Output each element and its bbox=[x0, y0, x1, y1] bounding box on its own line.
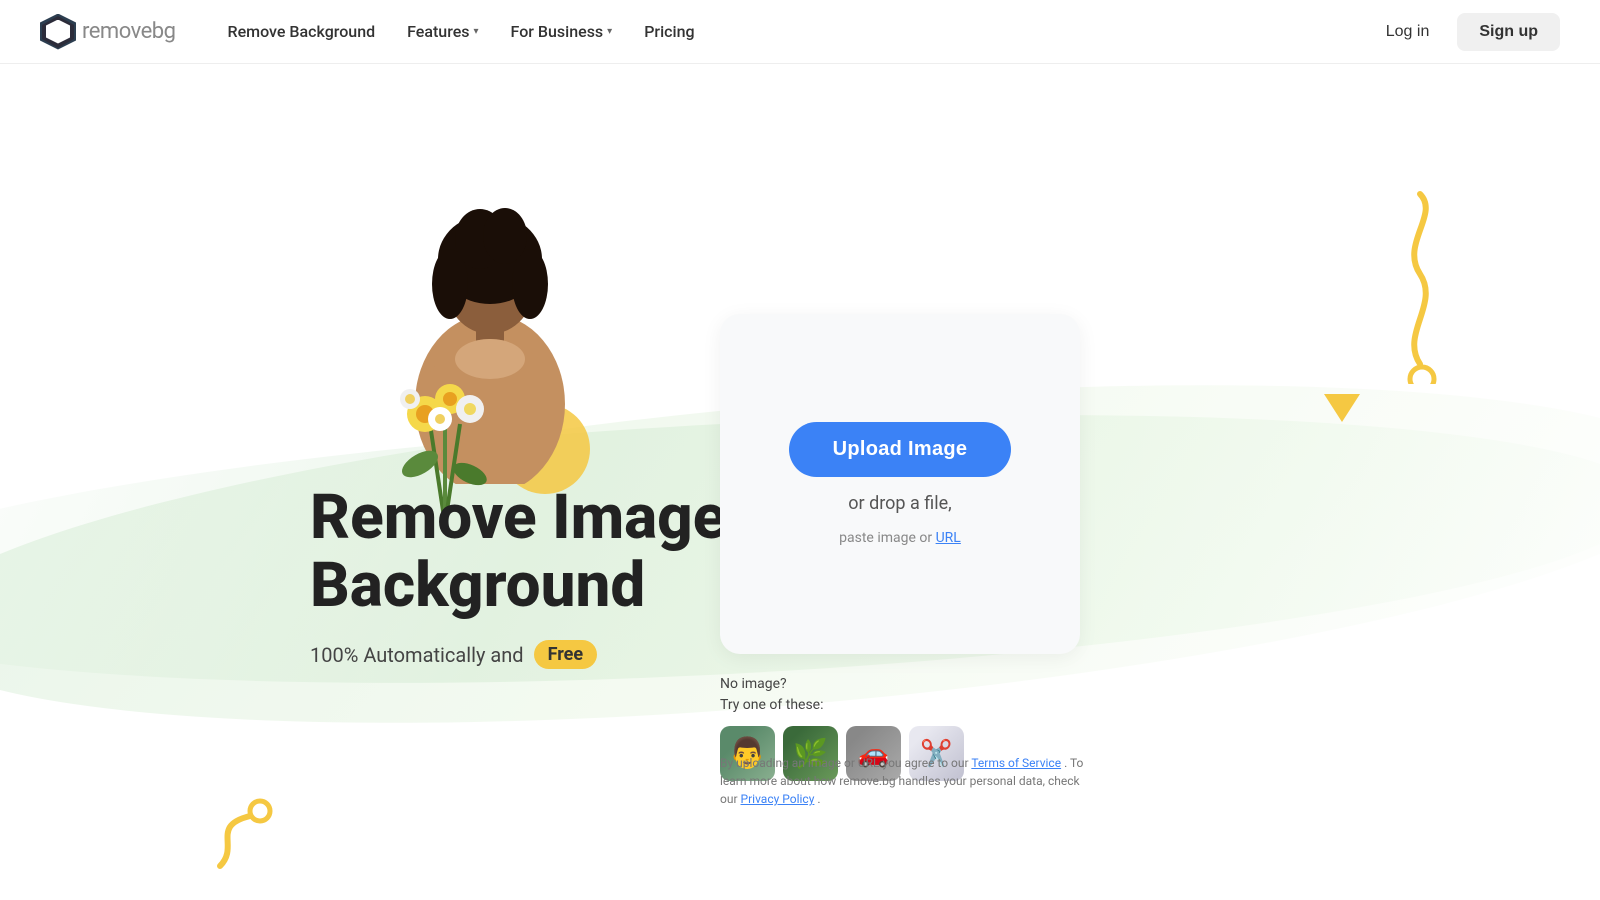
legal-text: By uploading an image or URL you agree t… bbox=[720, 754, 1100, 808]
nav-item-pricing[interactable]: Pricing bbox=[632, 14, 706, 49]
logo-icon bbox=[40, 14, 76, 50]
url-link[interactable]: URL bbox=[936, 530, 961, 546]
triangle-decoration bbox=[1324, 394, 1360, 422]
signup-button[interactable]: Sign up bbox=[1457, 13, 1560, 51]
free-badge: Free bbox=[534, 640, 598, 669]
paste-text: paste image or URL bbox=[839, 530, 961, 546]
logo[interactable]: removebg bbox=[40, 14, 176, 50]
hero-title: Remove Image Background bbox=[310, 484, 726, 620]
nav-item-for-business[interactable]: For Business ▾ bbox=[499, 14, 625, 49]
bottom-left-decoration bbox=[200, 796, 290, 880]
nav-item-features[interactable]: Features ▾ bbox=[395, 14, 490, 49]
top-right-decoration bbox=[1340, 184, 1460, 388]
nav-item-remove-background[interactable]: Remove Background bbox=[216, 14, 388, 49]
upload-image-button[interactable]: Upload Image bbox=[789, 422, 1012, 477]
navbar: removebg Remove Background Features ▾ Fo… bbox=[0, 0, 1600, 64]
hero-section: Remove Image Background 100% Automatical… bbox=[0, 64, 1600, 900]
privacy-policy-link[interactable]: Privacy Policy bbox=[741, 792, 815, 806]
for-business-dropdown-arrow: ▾ bbox=[607, 26, 612, 37]
nav-auth-buttons: Log in Sign up bbox=[1370, 13, 1560, 51]
nav-links: Remove Background Features ▾ For Busines… bbox=[216, 14, 1370, 49]
hero-text-block: Remove Image Background 100% Automatical… bbox=[310, 484, 726, 669]
features-dropdown-arrow: ▾ bbox=[474, 26, 479, 37]
hero-subtitle: 100% Automatically and Free bbox=[310, 640, 726, 669]
logo-text: removebg bbox=[82, 19, 176, 44]
login-button[interactable]: Log in bbox=[1370, 15, 1446, 49]
drop-text: or drop a file, bbox=[848, 493, 951, 514]
sample-label: No image? Try one of these: bbox=[720, 674, 964, 716]
upload-card[interactable]: Upload Image or drop a file, paste image… bbox=[720, 314, 1080, 654]
terms-of-service-link[interactable]: Terms of Service bbox=[971, 756, 1061, 770]
